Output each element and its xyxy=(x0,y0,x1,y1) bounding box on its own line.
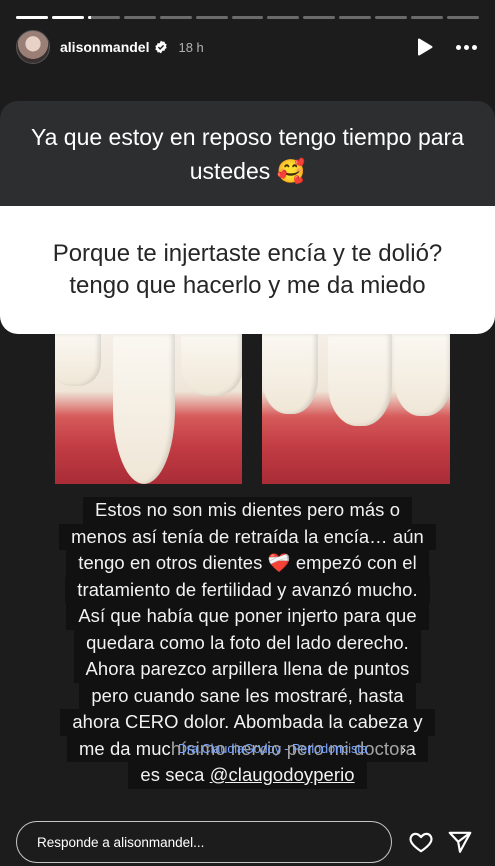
progress-segment xyxy=(159,16,192,19)
caption-line: Ahora parezco arpillera llena de puntos xyxy=(73,656,422,683)
heart-outline-icon xyxy=(409,832,433,853)
caption-line: pero cuando sane les mostraré, hasta xyxy=(79,682,416,709)
more-dot-icon xyxy=(463,44,469,50)
caption-line: tratamiento de fertilidad y avanzó mucho… xyxy=(65,576,430,603)
caption-line: tengo en otros dientes ❤️‍🩹 empezó con e… xyxy=(66,550,429,577)
progress-segment xyxy=(231,16,264,19)
username[interactable]: alisonmandel xyxy=(60,39,149,55)
more-dot-icon xyxy=(455,44,461,50)
question-sticker-prompt: Ya que estoy en reposo tengo tiempo para… xyxy=(0,101,495,206)
progress-segment xyxy=(51,16,84,19)
caption-line: Así que había que poner injerto para que xyxy=(66,603,429,630)
caption-line: menos así tenía de retraída la encía… aú… xyxy=(59,523,436,550)
more-dot-icon xyxy=(471,44,477,50)
play-button[interactable] xyxy=(415,37,435,57)
chevron-right-icon: › xyxy=(401,741,406,757)
story-header: alisonmandel 18 h xyxy=(16,30,479,64)
teeth-photo-before xyxy=(55,334,242,484)
progress-segment xyxy=(447,16,479,19)
teeth-photo-after xyxy=(262,334,450,484)
link-sticker[interactable]: Dra.ClaudiaGodoy - Periodoncista › xyxy=(172,737,410,761)
question-text: Porque te injertaste encía y te dolió? t… xyxy=(52,240,443,299)
question-sticker-answer: Porque te injertaste encía y te dolió? t… xyxy=(0,206,495,334)
caption-line: ahora CERO dolor. Abombada la cabeza y xyxy=(60,709,435,736)
caption-line-last: es seca @claugodoyperio xyxy=(128,762,367,789)
link-sticker-label: Dra.ClaudiaGodoy - Periodoncista xyxy=(178,742,368,756)
progress-segment xyxy=(411,16,444,19)
progress-segment xyxy=(195,16,228,19)
caption-last-prefix: es seca xyxy=(140,764,210,785)
avatar[interactable] xyxy=(16,30,50,64)
progress-segment xyxy=(303,16,336,19)
play-icon xyxy=(418,38,433,56)
time-ago: 18 h xyxy=(178,39,204,55)
more-options-button[interactable] xyxy=(453,37,479,57)
verified-badge-icon xyxy=(155,40,168,54)
story-progress-bar xyxy=(16,16,479,19)
progress-segment xyxy=(16,16,48,19)
progress-segment xyxy=(267,16,300,19)
send-button[interactable] xyxy=(447,829,473,855)
progress-segment xyxy=(87,16,120,19)
progress-segment xyxy=(375,16,408,19)
reply-input[interactable]: Responde a alisonmandel... xyxy=(16,821,392,863)
reply-placeholder: Responde a alisonmandel... xyxy=(37,834,205,850)
progress-segment xyxy=(123,16,156,19)
progress-segment xyxy=(339,16,372,19)
caption-line: Estos no son mis dientes pero más o xyxy=(82,497,413,524)
question-prompt-text: Ya que estoy en reposo tengo tiempo para… xyxy=(30,123,465,184)
caption-line: quedara como la foto del lado derecho. xyxy=(74,629,421,656)
mention-link[interactable]: @claugodoyperio xyxy=(210,764,355,785)
like-button[interactable] xyxy=(408,829,434,855)
send-paper-plane-icon xyxy=(448,831,472,853)
